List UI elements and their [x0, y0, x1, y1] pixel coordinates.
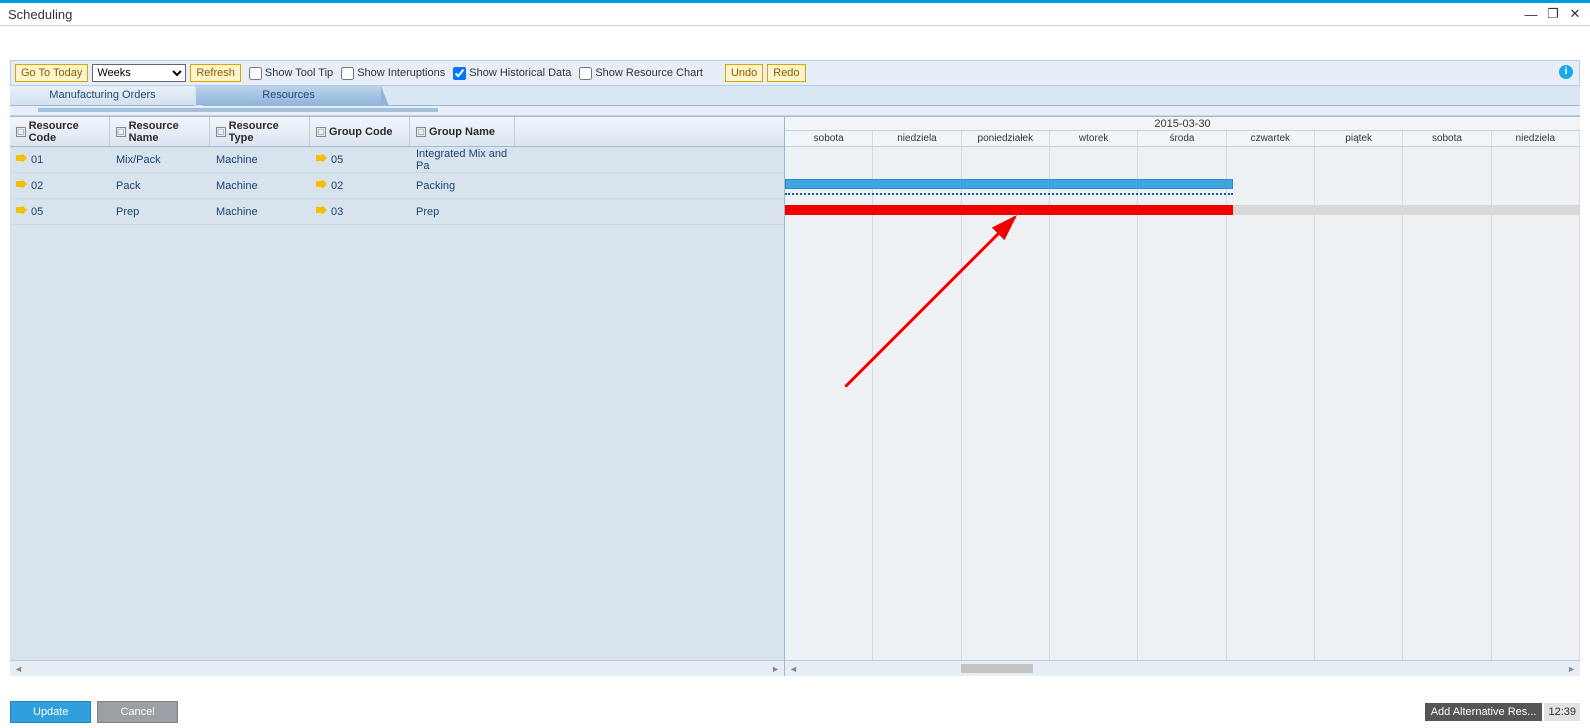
undo-button[interactable]: Undo: [725, 64, 763, 82]
arrow-icon: [316, 179, 328, 189]
redo-button[interactable]: Redo: [767, 64, 805, 82]
minimize-icon[interactable]: —: [1524, 7, 1538, 21]
day-header: sobota: [785, 131, 873, 146]
arrow-icon: [16, 153, 28, 163]
show-interruptions-checkbox[interactable]: Show Interuptions: [341, 67, 445, 80]
tabs-row: Manufacturing Orders Resources: [10, 86, 1580, 106]
day-header: środa: [1138, 131, 1226, 146]
gantt-bar-prep-gray[interactable]: [1233, 205, 1580, 215]
update-button[interactable]: Update: [10, 701, 91, 723]
status-add-alternative-res[interactable]: Add Alternative Res...: [1425, 703, 1543, 721]
day-header: poniedziałek: [962, 131, 1050, 146]
day-header: sobota: [1403, 131, 1491, 146]
day-header: niedziela: [873, 131, 961, 146]
calendar-days-header: sobota niedziela poniedziałek wtorek śro…: [785, 131, 1580, 147]
col-group-code[interactable]: ▢Group Code: [310, 117, 410, 146]
col-resource-name[interactable]: ▢Resource Name: [110, 117, 210, 146]
refresh-button[interactable]: Refresh: [190, 64, 241, 82]
gantt-bar-prep-red[interactable]: [785, 205, 1233, 215]
col-group-name[interactable]: ▢Group Name: [410, 117, 515, 146]
gantt-body[interactable]: [785, 147, 1580, 660]
arrow-icon: [16, 205, 28, 215]
clock: 12:39: [1544, 703, 1580, 721]
cancel-button[interactable]: Cancel: [97, 701, 177, 723]
resources-grid: ▢Resource Code ▢Resource Name ▢Resource …: [10, 117, 785, 676]
day-header: niedziela: [1492, 131, 1580, 146]
arrow-icon: [316, 153, 328, 163]
right-scrollbar[interactable]: ◄ ►: [785, 660, 1580, 676]
table-row[interactable]: 05 Prep Machine 03 Prep: [10, 199, 784, 225]
col-resource-code[interactable]: ▢Resource Code: [10, 117, 110, 146]
info-icon[interactable]: i: [1559, 65, 1573, 79]
close-icon[interactable]: ✕: [1568, 7, 1582, 21]
col-resource-type[interactable]: ▢Resource Type: [210, 117, 310, 146]
go-to-today-button[interactable]: Go To Today: [15, 64, 88, 82]
show-historical-checkbox[interactable]: Show Historical Data: [453, 67, 571, 80]
table-row[interactable]: 02 Pack Machine 02 Packing: [10, 173, 784, 199]
table-row[interactable]: 01 Mix/Pack Machine 05 Integrated Mix an…: [10, 147, 784, 173]
left-scrollbar[interactable]: ◄►: [10, 660, 784, 676]
content-row: ▢Resource Code ▢Resource Name ▢Resource …: [10, 116, 1580, 676]
window-title: Scheduling: [8, 7, 72, 22]
calendar-header-date: 2015-03-30: [785, 117, 1580, 131]
arrow-icon: [316, 205, 328, 215]
tab-manufacturing-orders[interactable]: Manufacturing Orders: [10, 86, 196, 105]
show-tooltip-checkbox[interactable]: Show Tool Tip: [249, 67, 333, 80]
grid-body: 01 Mix/Pack Machine 05 Integrated Mix an…: [10, 147, 784, 660]
gantt-bar-pack[interactable]: [785, 179, 1233, 189]
grid-header: ▢Resource Code ▢Resource Name ▢Resource …: [10, 117, 784, 147]
day-header: wtorek: [1050, 131, 1138, 146]
mini-timeline-strip[interactable]: [10, 106, 1580, 116]
arrow-icon: [16, 179, 28, 189]
day-header: czwartek: [1227, 131, 1315, 146]
titlebar: Scheduling — ❐ ✕: [0, 0, 1590, 26]
day-header: piątek: [1315, 131, 1403, 146]
show-resource-chart-checkbox[interactable]: Show Resource Chart: [579, 67, 703, 80]
footer: Update Cancel Add Alternative Res... 12:…: [0, 696, 1590, 728]
gantt-bar-pack-dashed: [785, 193, 1233, 195]
window-controls: — ❐ ✕: [1524, 7, 1582, 21]
maximize-icon[interactable]: ❐: [1546, 7, 1560, 21]
period-select[interactable]: Weeks: [92, 64, 186, 82]
gantt-panel: 2015-03-30 sobota niedziela poniedziałek…: [785, 117, 1580, 676]
tab-resources[interactable]: Resources: [196, 86, 382, 105]
toolbar: Go To Today Weeks Refresh Show Tool Tip …: [10, 60, 1580, 86]
